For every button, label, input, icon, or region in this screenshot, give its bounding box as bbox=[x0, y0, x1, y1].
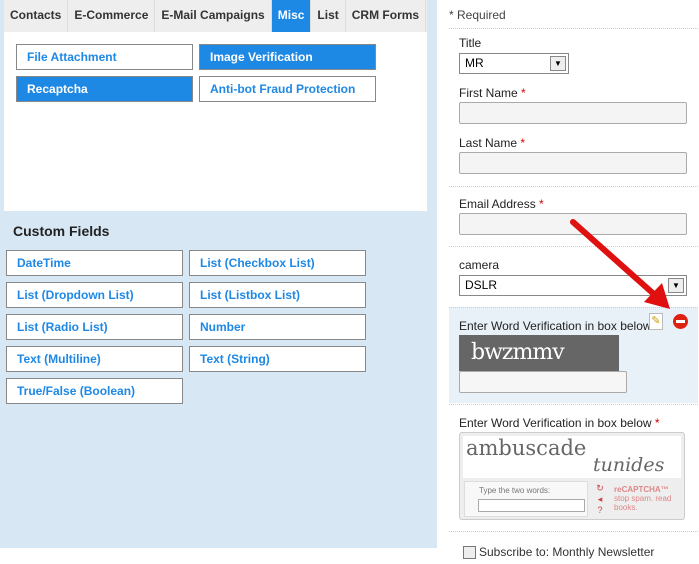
red-arrow-annotation bbox=[570, 219, 670, 309]
